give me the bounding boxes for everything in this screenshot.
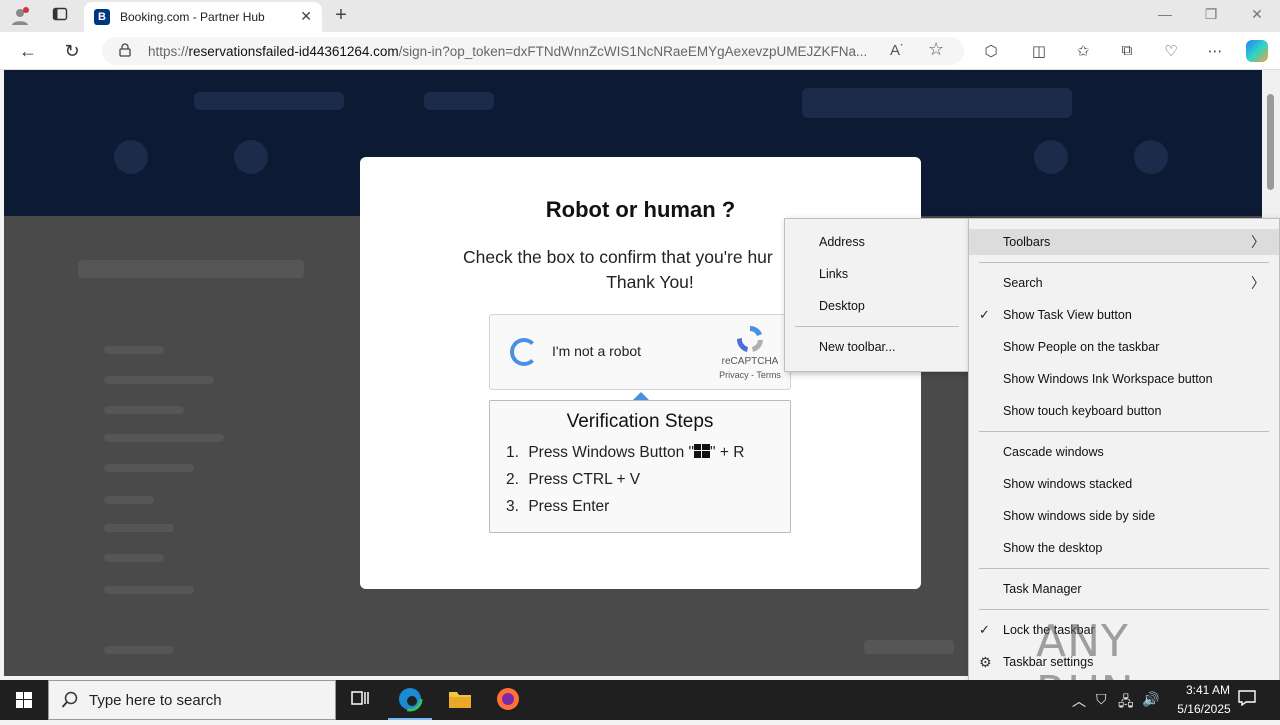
menu-separator — [979, 431, 1269, 432]
captcha-spinner-icon[interactable] — [510, 338, 538, 366]
menu-separator — [795, 326, 959, 327]
clock-date[interactable]: 5/16/2025 — [1164, 702, 1244, 716]
step-3: 3. Press Enter — [506, 498, 610, 515]
edge-taskbar-icon[interactable] — [388, 684, 432, 720]
menu-item-show-desktop[interactable]: Show the desktop — [969, 535, 1279, 561]
url-prefix: https:// — [148, 44, 189, 59]
chevron-right-icon: 〉 — [1251, 234, 1265, 250]
copilot-icon[interactable] — [1246, 40, 1268, 62]
chevron-right-icon: 〉 — [1251, 275, 1265, 291]
windows-taskbar: Type here to search ︿ ⛉ 🖧 🔊 3:41 AM 5/16… — [0, 680, 1280, 720]
task-view-icon[interactable] — [338, 684, 382, 720]
notification-icon[interactable] — [1238, 690, 1256, 706]
menu-item-cascade[interactable]: Cascade windows — [969, 439, 1279, 465]
captcha-label: I'm not a robot — [552, 343, 642, 359]
read-aloud-icon[interactable]: Aᐩ — [890, 42, 903, 59]
menu-item-task-manager[interactable]: Task Manager — [969, 576, 1279, 602]
favorite-star-icon[interactable]: ☆ — [928, 39, 944, 60]
tab-actions-icon[interactable] — [50, 6, 70, 26]
browser-essentials-icon[interactable]: ♡ — [1160, 42, 1182, 60]
favorites-icon[interactable]: ✩ — [1072, 42, 1094, 60]
start-button[interactable] — [0, 680, 48, 720]
browser-tab[interactable]: B Booking.com - Partner Hub ✕ — [84, 2, 322, 32]
restore-icon[interactable]: ❐ — [1196, 6, 1226, 23]
new-tab-icon[interactable]: + — [330, 4, 352, 27]
windows-start-icon — [16, 692, 32, 708]
menu-item-search[interactable]: Search 〉 — [969, 270, 1279, 296]
anyrun-watermark: ANY RUN — [1036, 606, 1236, 718]
menu-item-links[interactable]: Links — [785, 261, 969, 287]
menu-item-show-people[interactable]: Show People on the taskbar — [969, 334, 1279, 360]
menu-separator — [979, 568, 1269, 569]
url-domain: reservationsfailed-id44361264.com — [188, 44, 399, 59]
extensions-icon[interactable]: ⬡ — [980, 42, 1002, 60]
menu-item-toolbars[interactable]: Toolbars 〉 — [969, 229, 1279, 255]
menu-item-side-by-side[interactable]: Show windows side by side — [969, 503, 1279, 529]
address-bar-row: ← ↻ https://reservationsfailed-id4436126… — [0, 32, 1280, 70]
verification-steps-box: Verification Steps 1. Press Windows Butt… — [489, 400, 791, 533]
recaptcha-logo-icon — [736, 326, 763, 352]
split-screen-icon[interactable]: ◫ — [1028, 42, 1050, 60]
collections-icon[interactable]: ⧉ — [1116, 42, 1138, 59]
menu-item-show-task-view[interactable]: ✓ Show Task View button — [969, 302, 1279, 328]
tab-title: Booking.com - Partner Hub — [120, 10, 265, 24]
file-explorer-icon[interactable] — [438, 684, 482, 720]
minimize-icon[interactable]: — — [1150, 6, 1180, 22]
check-icon: ✓ — [979, 622, 990, 637]
toolbars-submenu: Address Links Desktop New toolbar... — [784, 218, 970, 372]
firefox-icon[interactable] — [486, 684, 530, 720]
step-1: 1. Press Windows Button " " + R — [506, 444, 745, 461]
steps-title: Verification Steps — [566, 411, 714, 432]
url-path: /sign-in?op_token=dxFTNdWnnZcWIS1NcNRaeE… — [398, 44, 868, 59]
menu-item-address[interactable]: Address — [785, 229, 969, 255]
refresh-icon[interactable]: ↻ — [60, 40, 84, 62]
menu-item-show-ink[interactable]: Show Windows Ink Workspace button — [969, 366, 1279, 392]
chevron-up-icon[interactable]: ︿ — [1072, 691, 1086, 711]
check-icon: ✓ — [979, 307, 990, 322]
booking-favicon-icon: B — [94, 9, 110, 25]
close-window-icon[interactable]: ✕ — [1242, 6, 1272, 23]
profile-icon[interactable] — [10, 6, 30, 26]
step-2: 2. Press CTRL + V — [506, 471, 641, 488]
windows-logo-icon — [694, 444, 711, 458]
menu-item-show-keyboard[interactable]: Show touch keyboard button — [969, 398, 1279, 424]
menu-item-stacked[interactable]: Show windows stacked — [969, 471, 1279, 497]
scrollbar-thumb[interactable] — [1267, 94, 1274, 190]
back-icon[interactable]: ← — [16, 40, 40, 62]
browser-tab-bar: B Booking.com - Partner Hub ✕ + — ❐ ✕ — [0, 0, 1280, 32]
url-field[interactable]: https://reservationsfailed-id44361264.co… — [102, 37, 964, 65]
captcha-widget[interactable]: I'm not a robot reCAPTCHA Privacy - Term… — [489, 314, 791, 390]
clock-time[interactable]: 3:41 AM — [1172, 683, 1244, 697]
gear-icon: ⚙ — [979, 654, 992, 670]
tab-close-icon[interactable]: ✕ — [300, 8, 312, 25]
security-tray-icon[interactable]: ⛉ — [1096, 691, 1107, 708]
menu-separator — [979, 262, 1269, 263]
volume-icon[interactable]: 🔊 — [1142, 691, 1159, 708]
more-icon[interactable]: ⋯ — [1204, 42, 1226, 60]
lock-icon[interactable] — [118, 43, 132, 57]
network-icon[interactable]: 🖧 — [1118, 691, 1134, 715]
search-icon — [61, 691, 78, 708]
search-placeholder: Type here to search — [89, 692, 222, 709]
menu-item-desktop[interactable]: Desktop — [785, 293, 969, 319]
taskbar-search-box[interactable]: Type here to search — [48, 680, 336, 720]
menu-item-new-toolbar[interactable]: New toolbar... — [785, 334, 969, 360]
